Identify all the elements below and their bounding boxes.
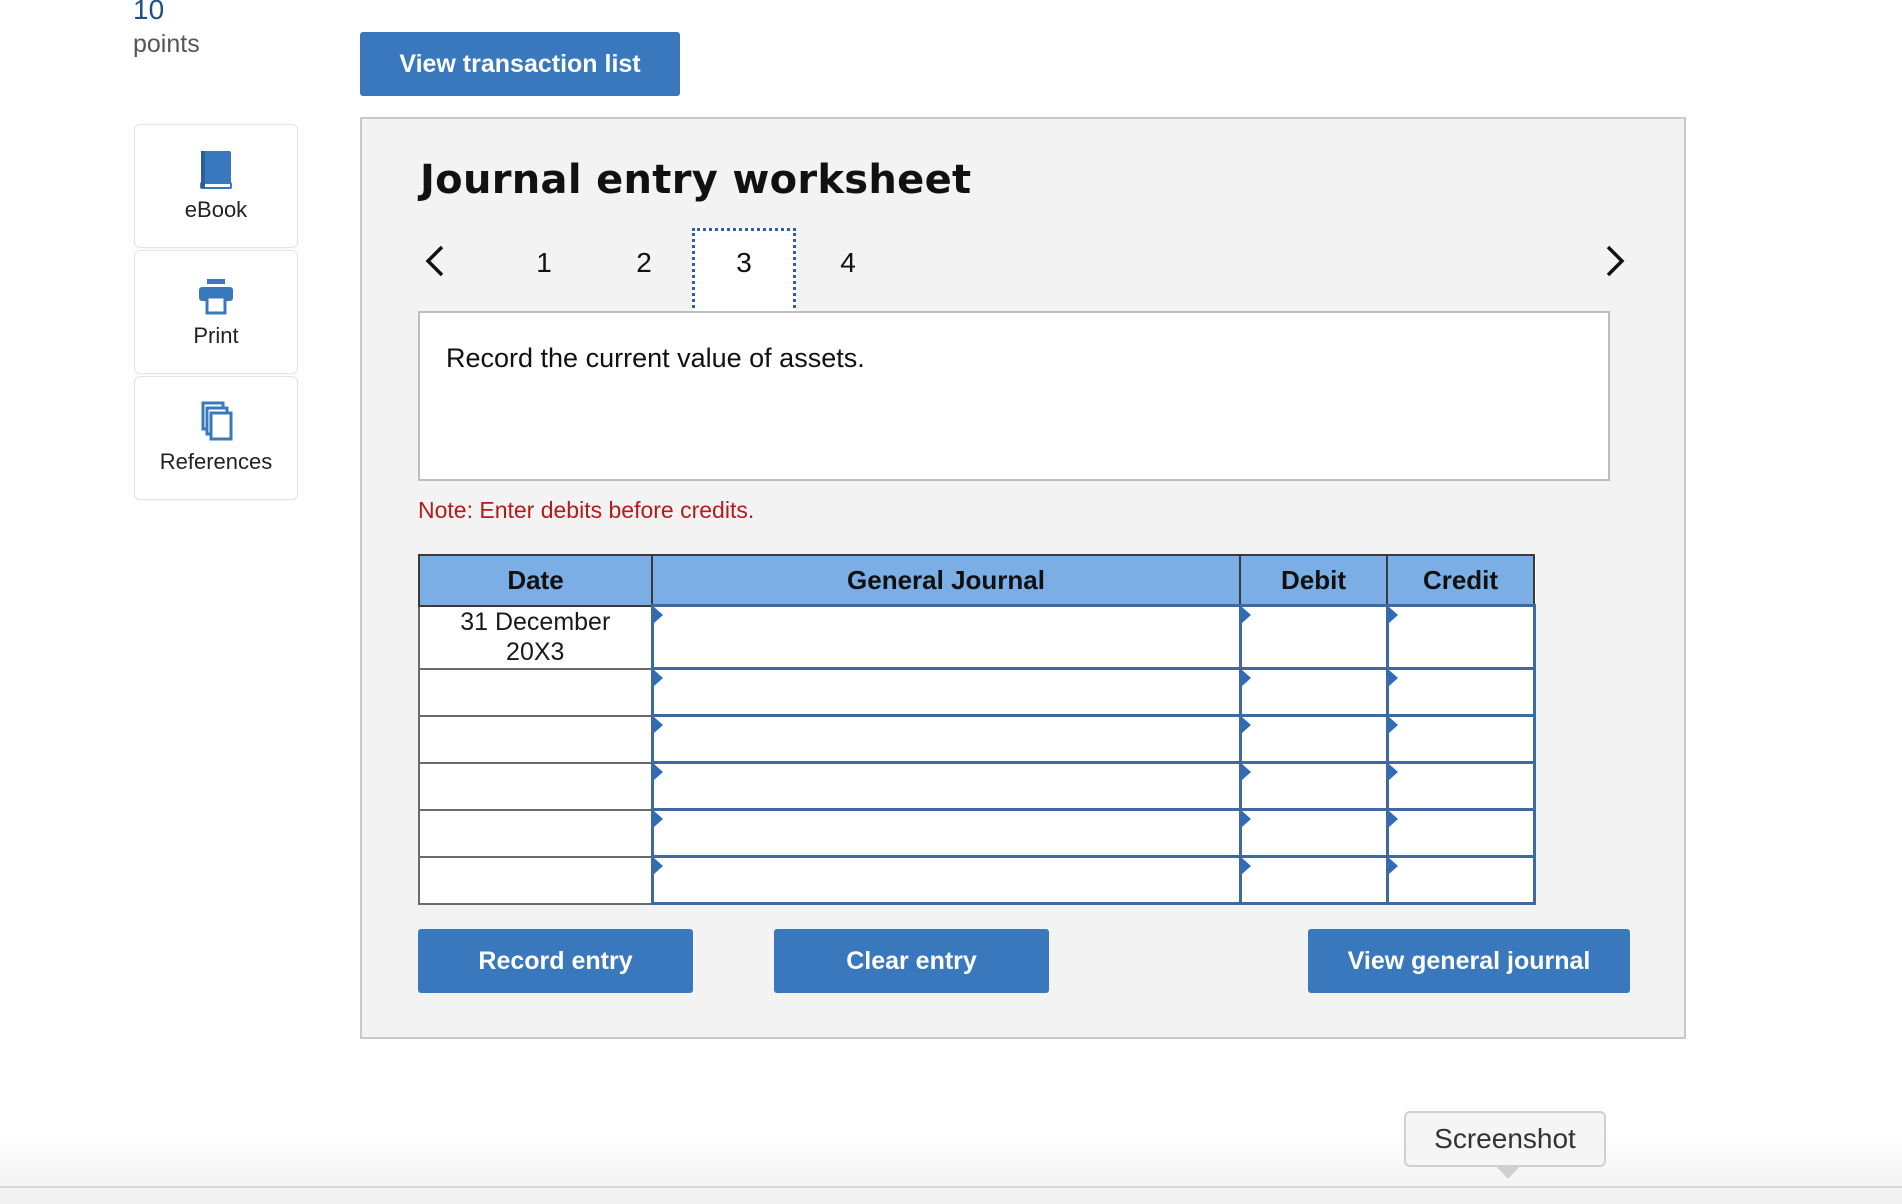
points-label: points [133, 30, 200, 58]
debit-cell[interactable] [1238, 714, 1389, 764]
credit-cell[interactable] [1385, 808, 1536, 858]
debit-cell[interactable] [1238, 855, 1389, 905]
date-cell[interactable] [418, 761, 653, 811]
printer-icon [199, 279, 233, 315]
step-2[interactable]: 2 [624, 247, 664, 279]
record-entry-button[interactable]: Record entry [418, 929, 693, 993]
screenshot-tooltip: Screenshot [1404, 1111, 1606, 1179]
credit-cell[interactable] [1385, 761, 1536, 811]
account-cell[interactable] [650, 761, 1242, 811]
table-row [418, 714, 1536, 764]
credit-cell[interactable] [1385, 667, 1536, 717]
table-row [418, 667, 1536, 717]
account-cell[interactable] [650, 667, 1242, 717]
account-cell[interactable] [650, 604, 1242, 670]
worksheet-title: Journal entry worksheet [420, 157, 972, 203]
credit-cell[interactable] [1385, 855, 1536, 905]
chevron-left-icon[interactable] [420, 241, 450, 281]
ebook-button[interactable]: eBook [134, 124, 298, 248]
journal-worksheet-panel: Journal entry worksheet 1 2 3 4 Record t… [360, 117, 1686, 1039]
step-1[interactable]: 1 [524, 247, 564, 279]
ebook-label: eBook [184, 197, 248, 222]
references-label: References [159, 449, 273, 474]
table-row [418, 855, 1536, 905]
table-row [418, 808, 1536, 858]
debit-cell[interactable] [1238, 761, 1389, 811]
references-button[interactable]: References [134, 376, 298, 500]
header-credit: Credit [1386, 554, 1535, 607]
note-text: Note: Enter debits before credits. [418, 497, 755, 523]
print-label: Print [193, 323, 239, 348]
debit-cell[interactable] [1238, 667, 1389, 717]
points-value: 10 [133, 0, 165, 25]
date-cell[interactable] [418, 714, 653, 764]
account-cell[interactable] [650, 714, 1242, 764]
date-line-1: 31 December [460, 608, 611, 636]
view-general-journal-button[interactable]: View general journal [1308, 929, 1630, 993]
debit-cell[interactable] [1238, 604, 1389, 670]
account-cell[interactable] [650, 808, 1242, 858]
date-cell[interactable] [418, 808, 653, 858]
header-date: Date [418, 554, 653, 607]
chevron-right-icon[interactable] [1600, 241, 1630, 281]
date-line-2: 20X3 [506, 638, 565, 666]
credit-cell[interactable] [1385, 714, 1536, 764]
copy-icon [201, 401, 233, 441]
debit-cell[interactable] [1238, 808, 1389, 858]
date-cell[interactable]: 31 December 20X3 [418, 604, 653, 670]
bottom-divider [0, 1186, 1902, 1188]
instruction-box: Record the current value of assets. [418, 311, 1610, 481]
header-general-journal: General Journal [651, 554, 1241, 607]
book-icon [200, 151, 232, 189]
credit-cell[interactable] [1385, 604, 1536, 670]
journal-table: Date General Journal Debit Credit 31 Dec… [418, 554, 1536, 905]
table-row [418, 761, 1536, 811]
date-cell[interactable] [418, 667, 653, 717]
step-4[interactable]: 4 [828, 247, 868, 279]
account-cell[interactable] [650, 855, 1242, 905]
print-button[interactable]: Print [134, 250, 298, 374]
step-3[interactable]: 3 [724, 247, 764, 279]
date-cell[interactable] [418, 855, 653, 905]
header-debit: Debit [1239, 554, 1388, 607]
bottom-bar [0, 1130, 1902, 1204]
clear-entry-button[interactable]: Clear entry [774, 929, 1049, 993]
table-row: 31 December 20X3 [418, 604, 1536, 670]
view-transaction-list-button[interactable]: View transaction list [360, 32, 680, 96]
instruction-text: Record the current value of assets. [446, 343, 865, 373]
